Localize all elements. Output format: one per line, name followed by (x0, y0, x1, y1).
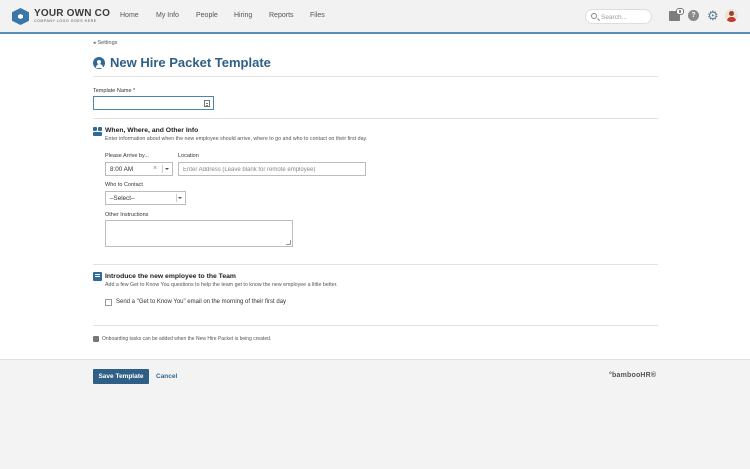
location-field[interactable] (178, 162, 366, 176)
logo-name: YOUR OWN CO (34, 8, 111, 20)
inbox-count-badge: 0 (676, 8, 684, 15)
bamboohr-logo[interactable]: °bambooHR® (609, 372, 656, 379)
template-name-field[interactable] (93, 96, 214, 110)
info-group-icon (93, 127, 102, 136)
clear-icon[interactable]: × (153, 165, 157, 172)
section-when-description: Enter information about when the new emp… (105, 136, 368, 142)
team-intro-icon (93, 272, 102, 281)
avatar[interactable] (725, 9, 738, 22)
save-template-button[interactable]: Save Template (93, 369, 149, 384)
chevron-left-icon: ◂ (93, 40, 96, 46)
nav-my-info[interactable]: My Info (156, 12, 179, 19)
nav-home[interactable]: Home (120, 12, 139, 19)
document-icon (204, 100, 210, 107)
breadcrumb[interactable]: ◂ Settings (93, 40, 117, 46)
instructions-input[interactable] (106, 221, 292, 246)
contact-select[interactable]: –Select– (105, 191, 186, 205)
location-input[interactable] (183, 165, 353, 174)
cancel-button[interactable]: Cancel (156, 373, 177, 380)
divider (93, 118, 658, 119)
instructions-textarea[interactable] (105, 220, 293, 247)
onboarding-note: Onboarding tasks can be added when the N… (102, 336, 272, 342)
nav-hiring[interactable]: Hiring (234, 12, 252, 19)
arrive-label: Please Arrive by... (105, 153, 149, 159)
section-team-title: Introduce the new employee to the Team (105, 273, 236, 280)
chevron-down-icon (178, 197, 182, 199)
logo-tagline: COMPANY LOGO GOES HERE (34, 19, 97, 24)
breadcrumb-settings[interactable]: Settings (98, 40, 118, 46)
instructions-label: Other Instructions (105, 212, 149, 218)
page-title: New Hire Packet Template (110, 55, 271, 70)
arrive-time-value: 8:00 AM (110, 166, 134, 173)
clipboard-icon (93, 336, 99, 342)
divider (93, 264, 658, 265)
contact-select-value: –Select– (110, 195, 135, 202)
company-logo[interactable]: YOUR OWN CO COMPANY LOGO GOES HERE (12, 8, 110, 25)
section-team-description: Add a few Get to Know You questions to h… (105, 282, 338, 288)
template-name-label: Template Name * (93, 88, 136, 94)
template-name-input[interactable] (98, 99, 198, 108)
send-email-label[interactable]: Send a "Get to Know You" email on the mo… (116, 299, 286, 305)
section-when-title: When, Where, and Other Info (105, 127, 199, 134)
divider (93, 325, 658, 326)
divider (93, 76, 658, 77)
search-input[interactable] (601, 12, 649, 22)
chevron-down-icon (165, 168, 169, 170)
resize-handle[interactable] (286, 240, 291, 245)
nav-files[interactable]: Files (310, 12, 325, 19)
send-email-checkbox[interactable] (105, 299, 112, 306)
logo-hexagon-icon (12, 8, 29, 25)
contact-label: Who to Contact (105, 182, 143, 188)
top-navigation-bar: YOUR OWN CO COMPANY LOGO GOES HERE Home … (0, 0, 750, 34)
person-circle-icon (93, 57, 105, 69)
nav-people[interactable]: People (196, 12, 218, 19)
search-box[interactable] (585, 9, 652, 24)
arrive-time-select[interactable]: 8:00 AM × (105, 162, 173, 176)
location-label: Location (178, 153, 199, 159)
nav-reports[interactable]: Reports (269, 12, 294, 19)
search-icon (591, 13, 597, 19)
gear-icon[interactable]: ⚙ (707, 9, 719, 22)
help-icon[interactable]: ? (688, 10, 699, 21)
